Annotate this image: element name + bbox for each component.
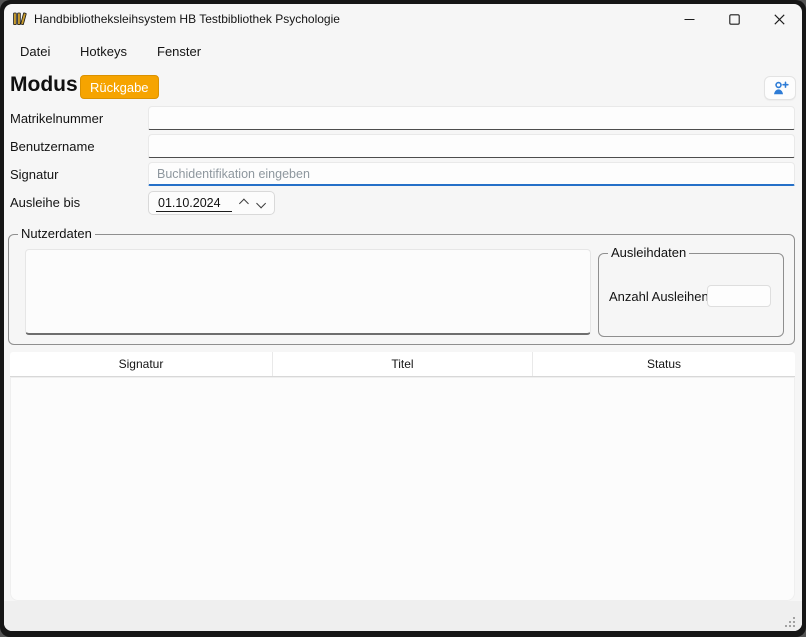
app-books-icon	[12, 11, 28, 27]
table-header-status[interactable]: Status	[533, 352, 795, 376]
chevron-down-icon	[256, 198, 266, 208]
window-title: Handbibliotheksleihsystem HB Testbibliot…	[34, 4, 340, 34]
anzahl-ausleihen-label: Anzahl Ausleihen	[609, 289, 709, 304]
minimize-icon	[684, 14, 695, 25]
resize-grip[interactable]	[784, 615, 796, 627]
date-value[interactable]: 01.10.2024	[156, 194, 232, 212]
nutzerdaten-textarea[interactable]	[25, 249, 591, 335]
window-content: Handbibliotheksleihsystem HB Testbibliot…	[4, 4, 802, 631]
nutzerdaten-legend: Nutzerdaten	[18, 226, 95, 242]
menu-item-hotkeys[interactable]: Hotkeys	[76, 42, 131, 61]
minimize-button[interactable]	[667, 4, 712, 34]
signatur-label: Signatur	[10, 167, 58, 182]
mode-heading: Modus	[10, 73, 78, 97]
close-icon	[774, 14, 785, 25]
app-window: Handbibliotheksleihsystem HB Testbibliot…	[0, 0, 806, 637]
close-button[interactable]	[757, 4, 802, 34]
table-body-empty[interactable]	[10, 377, 795, 601]
nutzerdaten-groupbox: Nutzerdaten Ausleihdaten Anzahl Ausleihe…	[8, 234, 795, 345]
chevron-up-icon	[238, 198, 248, 208]
mode-badge: Rückgabe	[80, 75, 159, 99]
status-strip	[4, 601, 802, 631]
title-bar: Handbibliotheksleihsystem HB Testbibliot…	[4, 4, 802, 34]
ausleihe-bis-datepicker[interactable]: 01.10.2024	[148, 191, 275, 215]
anzahl-ausleihen-input[interactable]	[707, 285, 771, 307]
window-controls	[667, 4, 802, 34]
ausleihe-bis-label: Ausleihe bis	[10, 195, 80, 210]
table-header-signatur[interactable]: Signatur	[10, 352, 273, 376]
add-user-button[interactable]	[764, 76, 796, 100]
benutzername-input[interactable]	[148, 134, 795, 158]
maximize-button[interactable]	[712, 4, 757, 34]
date-decrement-button[interactable]	[252, 193, 272, 213]
table-header-titel[interactable]: Titel	[273, 352, 533, 376]
benutzername-label: Benutzername	[10, 139, 95, 154]
menu-item-datei[interactable]: Datei	[16, 42, 54, 61]
ausleihdaten-groupbox: Ausleihdaten Anzahl Ausleihen	[598, 253, 784, 337]
matrikelnummer-label: Matrikelnummer	[10, 111, 103, 126]
matrikelnummer-input[interactable]	[148, 106, 795, 130]
date-increment-button[interactable]	[232, 193, 252, 213]
maximize-icon	[729, 14, 740, 25]
signatur-input[interactable]	[148, 162, 795, 186]
ausleihdaten-legend: Ausleihdaten	[608, 245, 689, 261]
person-add-icon	[771, 79, 790, 98]
menu-item-fenster[interactable]: Fenster	[153, 42, 205, 61]
table-header-row: Signatur Titel Status	[10, 352, 795, 377]
